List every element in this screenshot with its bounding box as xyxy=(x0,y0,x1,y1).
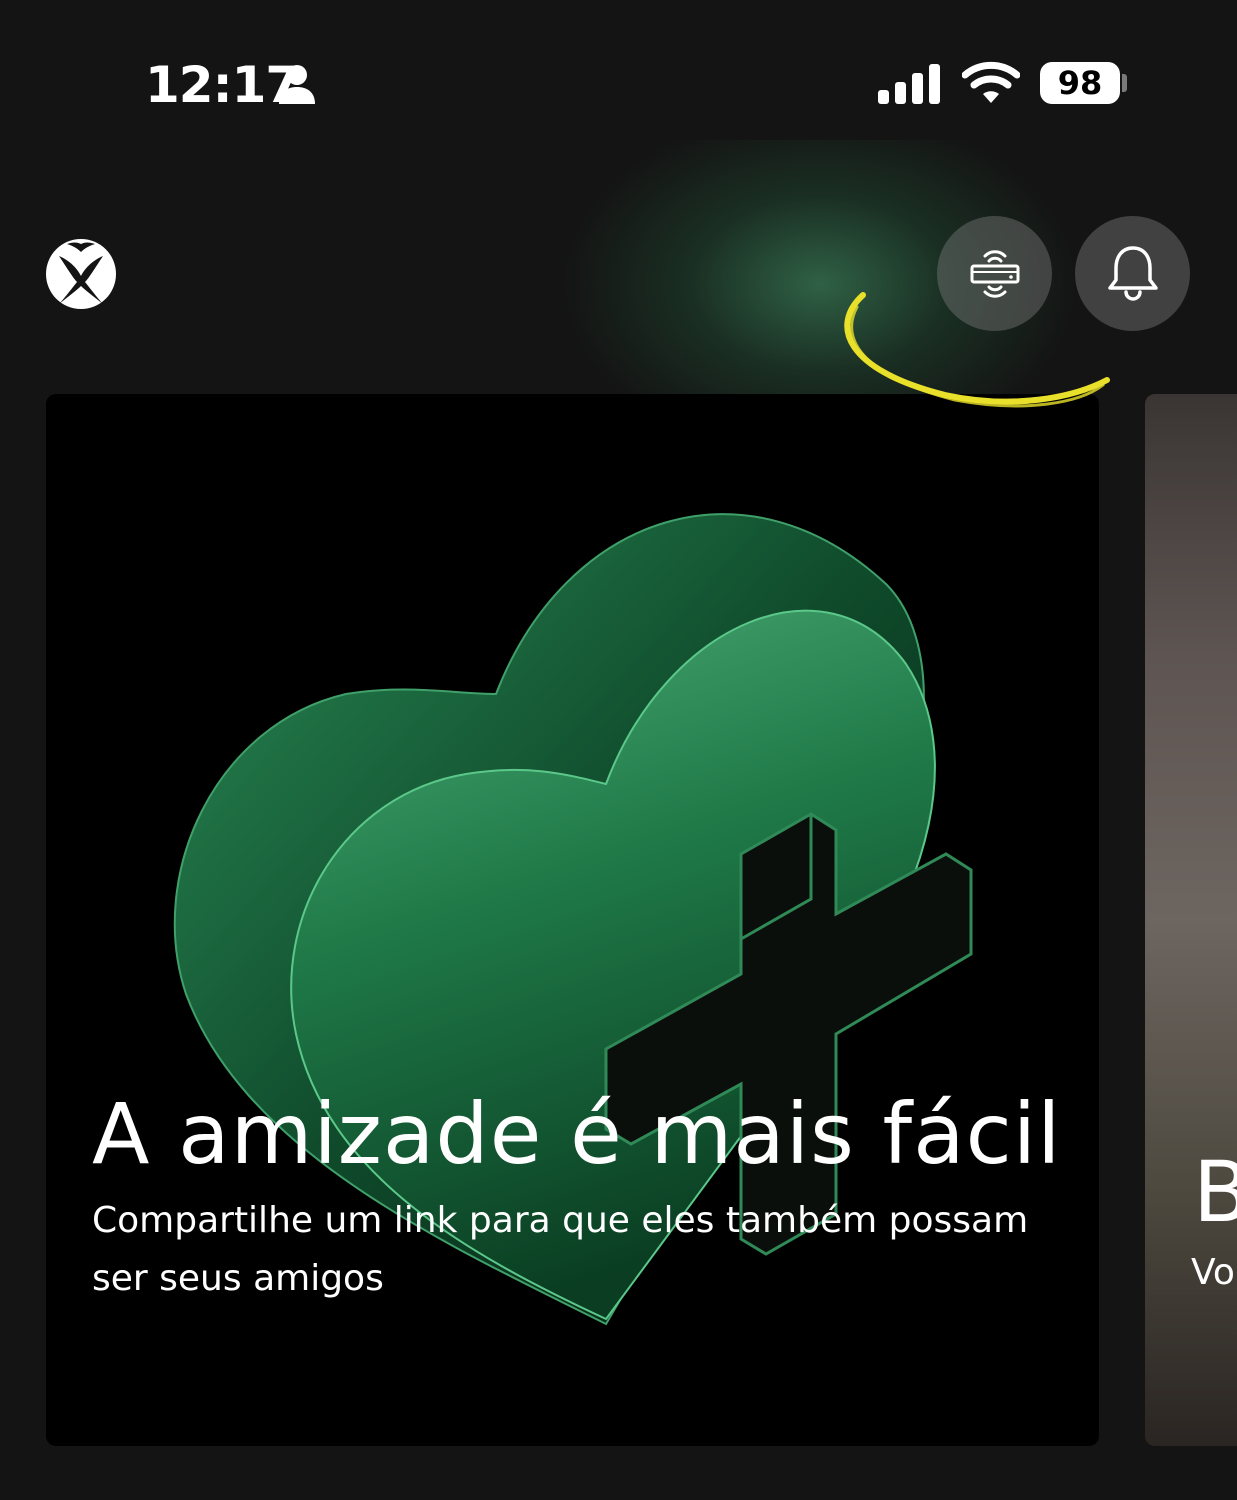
remote-play-icon xyxy=(970,249,1019,298)
remote-play-button[interactable] xyxy=(937,216,1052,331)
person-icon xyxy=(279,65,315,104)
card-subtitle: Compartilhe um link para que eles também… xyxy=(92,1200,1029,1299)
cellular-signal-icon xyxy=(878,64,940,104)
status-time: 12:17 xyxy=(145,56,300,114)
promo-card-next[interactable]: B Vo xyxy=(1145,394,1237,1446)
xbox-logo-icon[interactable] xyxy=(45,238,117,310)
card-title: A amizade é mais fácil xyxy=(92,1085,1062,1183)
wifi-icon xyxy=(962,61,1020,103)
bell-icon xyxy=(1107,245,1158,301)
next-card-title: B xyxy=(1193,1143,1237,1241)
next-card-subtitle: Vo xyxy=(1191,1252,1235,1293)
notifications-button[interactable] xyxy=(1075,216,1190,331)
battery-tip xyxy=(1122,74,1127,92)
promo-card-friends[interactable]: A amizade é mais fácil Compartilhe um li… xyxy=(46,394,1099,1446)
battery-indicator: 98 xyxy=(1040,62,1120,104)
